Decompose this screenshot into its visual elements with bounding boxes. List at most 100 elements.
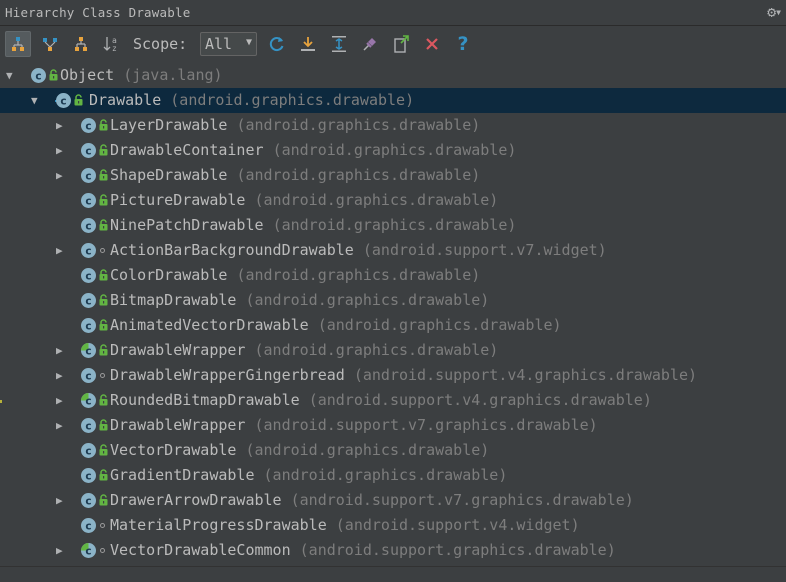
class-icon: c bbox=[81, 218, 96, 233]
package-label: (android.graphics.drawable) bbox=[254, 191, 499, 209]
package-label: (android.graphics.drawable) bbox=[254, 341, 499, 359]
class-name: DrawerArrowDrawable (android.support.v7.… bbox=[110, 488, 634, 513]
public-lock-icon bbox=[99, 119, 108, 131]
tree-row[interactable]: ▶ c DrawerArrowDrawable (android.support.v… bbox=[0, 488, 786, 513]
expand-arrow-right-icon[interactable]: ▶ bbox=[56, 138, 63, 163]
tree-row[interactable]: c GradientDrawable (android.graphics.draw… bbox=[0, 463, 786, 488]
tree-row[interactable]: c ColorDrawable (android.graphics.drawabl… bbox=[0, 263, 786, 288]
package-label: (android.graphics.drawable) bbox=[245, 441, 490, 459]
class-name: DrawableContainer (android.graphics.draw… bbox=[110, 138, 516, 163]
svg-text:c: c bbox=[85, 120, 91, 132]
tree-row[interactable]: c PictureDrawable (android.graphics.drawa… bbox=[0, 188, 786, 213]
toolbar: az Scope: All ▼ ? bbox=[0, 27, 786, 63]
scope-select-value: All bbox=[205, 35, 233, 53]
svg-text:c: c bbox=[60, 95, 66, 107]
package-label: (android.support.graphics.drawable) bbox=[299, 541, 616, 559]
tree-row[interactable]: ▶ c DrawableContainer (android.graphics.dr… bbox=[0, 138, 786, 163]
package-private-icon bbox=[100, 548, 105, 553]
expand-arrow-right-icon[interactable]: ▶ bbox=[56, 413, 63, 438]
close-icon[interactable] bbox=[419, 31, 445, 57]
base-class-icon: c bbox=[55, 93, 71, 108]
tree-row[interactable]: ▶ c ShapeDrawable (android.graphics.drawab… bbox=[0, 163, 786, 188]
class-name-label: BitmapDrawable bbox=[110, 291, 237, 309]
class-name-label: DrawerArrowDrawable bbox=[110, 491, 282, 509]
expand-arrow-right-icon[interactable]: ▶ bbox=[56, 363, 63, 388]
expand-arrow-right-icon[interactable]: ▶ bbox=[56, 238, 63, 263]
expand-arrow-down-icon[interactable]: ▼ bbox=[31, 88, 38, 113]
package-label: (android.support.v7.graphics.drawable) bbox=[254, 416, 598, 434]
class-name: DrawableWrapperGingerbread (android.supp… bbox=[110, 363, 697, 388]
svg-text:c: c bbox=[85, 270, 91, 282]
public-lock-icon bbox=[99, 294, 108, 306]
tree-row[interactable]: ▶ c DrawableWrapperGingerbread (android.su… bbox=[0, 363, 786, 388]
expand-arrow-right-icon[interactable]: ▶ bbox=[56, 163, 63, 188]
expand-arrow-right-icon[interactable]: ▶ bbox=[56, 388, 63, 413]
tree-row[interactable]: c VectorDrawable (android.graphics.drawab… bbox=[0, 438, 786, 463]
svg-text:c: c bbox=[85, 220, 91, 232]
svg-text:c: c bbox=[85, 545, 91, 557]
tree-row[interactable]: ▶ c ActionBarBackgroundDrawable (android.s… bbox=[0, 238, 786, 263]
export-icon[interactable] bbox=[388, 31, 414, 57]
expand-arrow-right-icon[interactable]: ▶ bbox=[56, 113, 63, 138]
class-icon: c bbox=[81, 518, 96, 533]
class-name-label: PictureDrawable bbox=[110, 191, 246, 209]
expand-arrow-right-icon[interactable]: ▶ bbox=[56, 488, 63, 513]
tree-row[interactable]: ▶ c LayerDrawable (android.graphics.drawab… bbox=[0, 113, 786, 138]
tree-row[interactable]: c AnimatedVectorDrawable (android.graphic… bbox=[0, 313, 786, 338]
gear-icon[interactable]: ⚙▼ bbox=[767, 3, 781, 21]
class-name: VectorDrawable (android.graphics.drawabl… bbox=[110, 438, 489, 463]
tree-row[interactable]: ▶ c DrawableWrapper (android.graphics.draw… bbox=[0, 338, 786, 363]
class-name-label: ActionBarBackgroundDrawable bbox=[110, 241, 354, 259]
tree-row[interactable]: c MaterialProgressDrawable (android.suppo… bbox=[0, 513, 786, 538]
class-name: DrawableWrapper (android.graphics.drawab… bbox=[110, 338, 498, 363]
package-label: (java.lang) bbox=[123, 66, 223, 84]
sort-alphabetically-icon[interactable]: az bbox=[99, 31, 125, 57]
expand-arrow-down-icon[interactable]: ▼ bbox=[6, 63, 13, 88]
autoscroll-to-source-icon[interactable] bbox=[295, 31, 321, 57]
public-lock-icon bbox=[99, 169, 108, 181]
class-name-label: DrawableWrapper bbox=[110, 341, 246, 359]
tree-row[interactable]: ▶ c RoundedBitmapDrawable (android.support… bbox=[0, 388, 786, 413]
svg-text:c: c bbox=[85, 145, 91, 157]
scope-label: Scope: bbox=[133, 35, 188, 53]
class-name-label: ColorDrawable bbox=[110, 266, 228, 284]
help-icon[interactable]: ? bbox=[450, 31, 476, 57]
window-title: Hierarchy Class Drawable bbox=[5, 5, 191, 20]
tree-row[interactable]: ▼ c Drawable (android.graphics.drawable) bbox=[0, 88, 786, 113]
class-icon: c bbox=[81, 468, 96, 483]
package-private-icon bbox=[100, 523, 105, 528]
public-lock-icon bbox=[99, 419, 108, 431]
package-label: (android.support.v4.graphics.drawable) bbox=[308, 391, 652, 409]
class-name: DrawableWrapper (android.support.v7.grap… bbox=[110, 413, 598, 438]
class-icon: c bbox=[81, 268, 96, 283]
public-lock-icon bbox=[99, 344, 108, 356]
tree-row[interactable]: ▶ c VectorDrawableCommon (android.support.… bbox=[0, 538, 786, 563]
expand-arrow-right-icon[interactable]: ▶ bbox=[56, 538, 63, 563]
abstract-class-icon: c bbox=[81, 543, 96, 558]
class-icon: c bbox=[81, 318, 96, 333]
refresh-icon[interactable] bbox=[264, 31, 290, 57]
class-name-label: DrawableContainer bbox=[110, 141, 264, 159]
gutter-marker bbox=[0, 400, 2, 403]
abstract-class-icon: c bbox=[81, 343, 96, 358]
pin-icon[interactable] bbox=[357, 31, 383, 57]
class-name-label: AnimatedVectorDrawable bbox=[110, 316, 309, 334]
class-name: BitmapDrawable (android.graphics.drawabl… bbox=[110, 288, 489, 313]
package-label: (android.graphics.drawable) bbox=[236, 266, 481, 284]
tree-row[interactable]: ▶ c DrawableWrapper (android.support.v7.gr… bbox=[0, 413, 786, 438]
expand-all-icon[interactable] bbox=[326, 31, 352, 57]
scope-select[interactable]: All ▼ bbox=[200, 32, 257, 56]
type-hierarchy-icon[interactable] bbox=[5, 31, 31, 57]
package-private-icon bbox=[100, 373, 105, 378]
svg-text:c: c bbox=[85, 395, 91, 407]
public-lock-icon bbox=[99, 469, 108, 481]
class-name-label: RoundedBitmapDrawable bbox=[110, 391, 300, 409]
supertypes-hierarchy-icon[interactable] bbox=[68, 31, 94, 57]
expand-arrow-right-icon[interactable]: ▶ bbox=[56, 338, 63, 363]
tree-row[interactable]: ▼ c Object (java.lang) bbox=[0, 63, 786, 88]
subtypes-hierarchy-icon[interactable] bbox=[37, 31, 63, 57]
tree-row[interactable]: c BitmapDrawable (android.graphics.drawab… bbox=[0, 288, 786, 313]
tree-row[interactable]: c NinePatchDrawable (android.graphics.dra… bbox=[0, 213, 786, 238]
svg-text:c: c bbox=[85, 295, 91, 307]
package-label: (android.support.v7.widget) bbox=[362, 241, 607, 259]
